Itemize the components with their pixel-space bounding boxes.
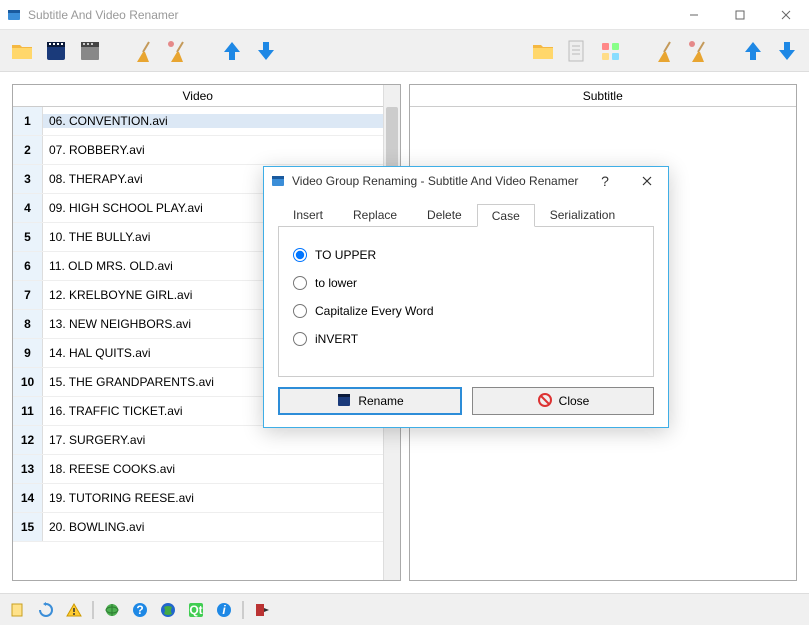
subtitle-panel-header: Subtitle [410, 85, 797, 107]
broom-sub-icon[interactable] [651, 37, 679, 65]
main-toolbar [0, 30, 809, 72]
dialog-close-x-button[interactable] [626, 167, 668, 195]
rename-dialog: Video Group Renaming - Subtitle And Vide… [263, 166, 669, 428]
row-number: 5 [13, 223, 43, 251]
tab-delete[interactable]: Delete [412, 203, 477, 226]
dialog-tabs: InsertReplaceDeleteCaseSerialization [278, 203, 654, 227]
sb-note-icon[interactable] [8, 600, 28, 620]
add-subtitle-file-icon[interactable] [563, 37, 591, 65]
row-number: 9 [13, 339, 43, 367]
row-filename: 17. SURGERY.avi [43, 433, 383, 447]
app-icon [6, 7, 22, 23]
sb-exit-icon[interactable] [252, 600, 272, 620]
statusbar: ? Qt i [0, 593, 809, 625]
subtitle-list-icon[interactable] [597, 37, 625, 65]
sb-world-icon[interactable] [158, 600, 178, 620]
clapper-icon[interactable] [76, 37, 104, 65]
minimize-button[interactable] [671, 0, 717, 30]
broom-all-icon[interactable] [164, 37, 192, 65]
dialog-body: InsertReplaceDeleteCaseSerialization TO … [264, 195, 668, 427]
sb-info-icon[interactable]: i [214, 600, 234, 620]
case-option-row: iNVERT [293, 325, 639, 353]
case-option-row: to lower [293, 269, 639, 297]
sub-move-down-icon[interactable] [773, 37, 801, 65]
video-panel-header: Video [13, 85, 383, 107]
dialog-app-icon [270, 173, 286, 189]
move-up-icon[interactable] [218, 37, 246, 65]
sb-qt-icon[interactable]: Qt [186, 600, 206, 620]
row-filename: 18. REESE COOKS.avi [43, 462, 383, 476]
sb-refresh-icon[interactable] [36, 600, 56, 620]
sb-warning-icon[interactable] [64, 600, 84, 620]
clapper-small-icon [336, 392, 352, 411]
case-radio[interactable] [293, 248, 307, 262]
row-filename: 19. TUTORING REESE.avi [43, 491, 383, 505]
table-row[interactable]: 207. ROBBERY.avi [13, 136, 383, 165]
row-number: 2 [13, 136, 43, 164]
window-title: Subtitle And Video Renamer [28, 8, 179, 22]
row-number: 7 [13, 281, 43, 309]
table-row[interactable]: 1217. SURGERY.avi [13, 426, 383, 455]
row-number: 15 [13, 513, 43, 541]
row-number: 6 [13, 252, 43, 280]
tab-insert[interactable]: Insert [278, 203, 338, 226]
case-option-row: TO UPPER [293, 241, 639, 269]
titlebar: Subtitle And Video Renamer [0, 0, 809, 30]
rename-button-label: Rename [358, 394, 403, 408]
tab-replace[interactable]: Replace [338, 203, 412, 226]
row-number: 14 [13, 484, 43, 512]
case-radio-label[interactable]: Capitalize Every Word [315, 304, 434, 318]
row-number: 8 [13, 310, 43, 338]
sb-globe-icon[interactable] [102, 600, 122, 620]
table-row[interactable]: 1419. TUTORING REESE.avi [13, 484, 383, 513]
sb-help-icon[interactable]: ? [130, 600, 150, 620]
table-row[interactable]: 1318. REESE COOKS.avi [13, 455, 383, 484]
add-subtitle-folder-icon[interactable] [529, 37, 557, 65]
row-filename: 07. ROBBERY.avi [43, 143, 383, 157]
tab-case[interactable]: Case [477, 204, 535, 227]
add-video-folder-icon[interactable] [8, 37, 36, 65]
dialog-help-button[interactable]: ? [584, 167, 626, 195]
row-number: 10 [13, 368, 43, 396]
row-number: 13 [13, 455, 43, 483]
table-row[interactable]: 106. CONVENTION.avi [13, 107, 383, 136]
sub-move-up-icon[interactable] [739, 37, 767, 65]
move-down-icon[interactable] [252, 37, 280, 65]
close-button[interactable]: Close [472, 387, 654, 415]
row-filename: 06. CONVENTION.avi [43, 114, 383, 128]
row-number: 4 [13, 194, 43, 222]
case-radio[interactable] [293, 304, 307, 318]
window-close-button[interactable] [763, 0, 809, 30]
case-radio-label[interactable]: TO UPPER [315, 248, 376, 262]
case-radio[interactable] [293, 332, 307, 346]
broom-sub-all-icon[interactable] [685, 37, 713, 65]
svg-text:?: ? [136, 603, 143, 617]
case-radio-label[interactable]: to lower [315, 276, 357, 290]
close-button-label: Close [559, 394, 590, 408]
no-entry-icon [537, 392, 553, 411]
row-number: 11 [13, 397, 43, 425]
rename-button[interactable]: Rename [278, 387, 462, 415]
add-video-file-icon[interactable] [42, 37, 70, 65]
table-row[interactable]: 1520. BOWLING.avi [13, 513, 383, 542]
row-filename: 20. BOWLING.avi [43, 520, 383, 534]
dialog-titlebar: Video Group Renaming - Subtitle And Vide… [264, 167, 668, 195]
row-number: 3 [13, 165, 43, 193]
row-number: 1 [13, 107, 43, 135]
row-number: 12 [13, 426, 43, 454]
broom-icon[interactable] [130, 37, 158, 65]
case-radio-label[interactable]: iNVERT [315, 332, 358, 346]
case-tab-panel: TO UPPER to lower Capitalize Every Word iNV… [278, 227, 654, 377]
maximize-button[interactable] [717, 0, 763, 30]
svg-text:Qt: Qt [189, 603, 202, 617]
case-option-row: Capitalize Every Word [293, 297, 639, 325]
case-radio[interactable] [293, 276, 307, 290]
tab-serialization[interactable]: Serialization [535, 203, 630, 226]
dialog-title: Video Group Renaming - Subtitle And Vide… [292, 174, 578, 188]
